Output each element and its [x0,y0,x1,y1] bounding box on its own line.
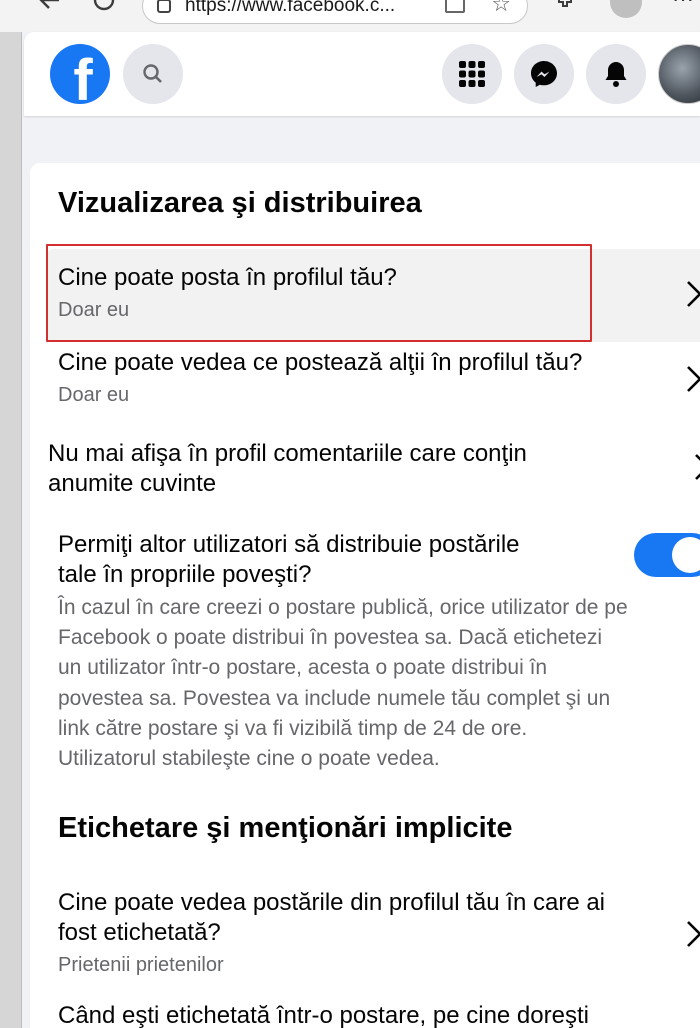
browser-toolbar: https://www.facebook.c... ☆ ··· [0,0,700,32]
toggle-knob [672,537,700,573]
extensions-icon[interactable] [552,0,580,14]
setting-title-line2: anumite cuvinte [48,470,217,497]
favorite-star-icon[interactable]: ☆ [491,0,511,17]
search-button[interactable] [123,44,183,104]
setting-title-line1: Nu mai afişa în profil comentariile care… [48,440,527,467]
profile-avatar[interactable] [658,44,700,104]
browser-profile-icon[interactable] [610,0,642,18]
url-text: https://www.facebook.c... [185,0,396,16]
site-info-icon[interactable] [157,0,171,13]
messenger-button[interactable] [514,44,574,104]
chevron-right-icon [695,454,700,480]
setting-title-line1: Permiţi altor utilizatori să distribuie … [58,531,520,558]
notifications-bell-icon [605,62,627,87]
setting-title: Cine poate vedea ce postează alţii în pr… [58,349,583,376]
setting-title: Cine poate posta în profilul tău? [58,264,397,291]
browser-menu-icon[interactable]: ··· [672,0,694,12]
refresh-icon[interactable] [90,0,118,14]
setting-title-line2: fost etichetată? [58,919,221,946]
chevron-right-icon [687,366,700,392]
section-title-tagging: Etichetare şi menţionări implicite [58,812,513,844]
chevron-right-icon [687,921,700,947]
settings-card: Vizualizarea şi distribuirea Cine poate … [30,163,700,1028]
menu-button[interactable] [442,44,502,104]
notifications-button[interactable] [586,44,646,104]
chevron-right-icon [687,281,700,307]
back-arrow-icon[interactable] [36,0,64,14]
setting-title-line1: Cine poate vedea postările din profilul … [58,889,606,916]
setting-value: Doar eu [58,384,130,406]
menu-grid-icon [459,61,485,87]
messenger-icon [531,61,557,87]
facebook-logo-icon[interactable]: f [50,44,110,104]
setting-title-line2: tale în propriile poveşti? [58,561,312,588]
setting-value: Prietenii prietenilor [58,954,224,976]
search-icon [143,64,162,83]
setting-description: În cazul în care creezi o postare public… [58,596,628,771]
section-title-viewing: Vizualizarea şi distribuirea [58,187,422,219]
reader-view-icon[interactable] [445,0,465,13]
share-stories-toggle[interactable] [634,533,700,577]
highlight-box [46,244,592,342]
setting-value: Doar eu [58,299,130,321]
setting-title-line1: Când eşti etichetată într-o postare, pe … [58,1002,589,1028]
address-bar[interactable]: https://www.facebook.c... ☆ [142,0,528,24]
window-edge [0,32,22,1028]
facebook-header: f [24,32,700,116]
